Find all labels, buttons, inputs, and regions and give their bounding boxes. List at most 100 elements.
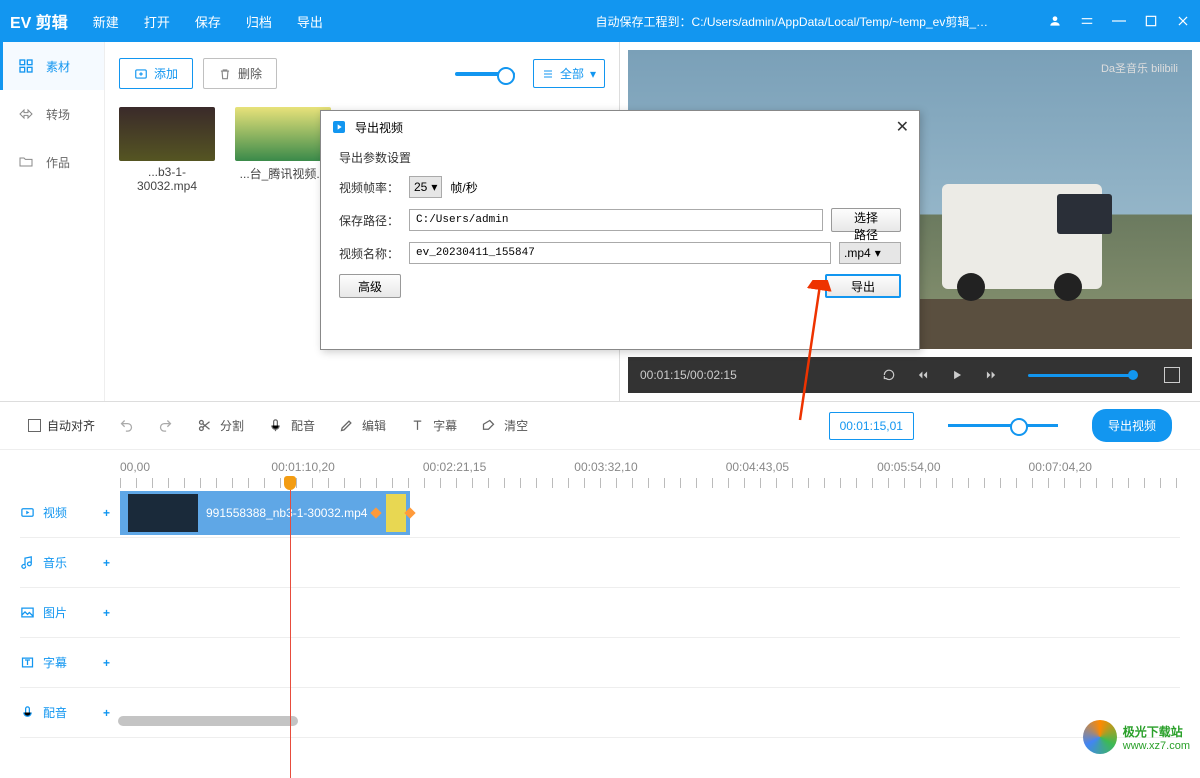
watermark: Da圣音乐 bilibili <box>1101 60 1178 76</box>
scissor-icon <box>197 418 212 433</box>
auto-align-toggle[interactable]: 自动对齐 <box>28 417 95 434</box>
site-logo-icon <box>1083 720 1117 754</box>
voice-track: 配音+ <box>20 688 1180 738</box>
thumb-1-name: ...b3-1-30032.mp4 <box>119 165 215 193</box>
subtitle-track: 字幕+ <box>20 638 1180 688</box>
export-button[interactable]: 导出 <box>825 274 901 298</box>
choose-path-button[interactable]: 选择路径 <box>831 208 901 232</box>
menu-open[interactable]: 打开 <box>144 12 170 31</box>
chevron-down-icon: ▾ <box>875 246 881 260</box>
add-label: 添加 <box>154 65 178 82</box>
fps-unit: 帧/秒 <box>450 179 477 196</box>
minimize-icon[interactable] <box>1112 14 1126 28</box>
music-icon <box>20 555 35 570</box>
clear-tool[interactable]: 清空 <box>481 417 528 434</box>
video-clip[interactable]: 991558388_nb3-1-30032.mp4 <box>120 491 410 535</box>
undo-icon[interactable] <box>119 418 134 433</box>
add-image-track[interactable]: + <box>103 606 110 620</box>
add-voice-track[interactable]: + <box>103 706 110 720</box>
playhead[interactable] <box>290 478 291 778</box>
loop-icon[interactable] <box>882 368 896 382</box>
fullscreen-icon[interactable] <box>1164 367 1180 383</box>
broom-icon <box>481 418 496 433</box>
user-icon[interactable] <box>1048 14 1062 28</box>
export-video-button[interactable]: 导出视频 <box>1092 409 1172 442</box>
timeline-toolbar: 自动对齐 分割 配音 编辑 字幕 清空 00:01:15,01 导出视频 <box>0 402 1200 450</box>
ext-select[interactable]: .mp4▾ <box>839 242 901 264</box>
dialog-title: 导出视频 <box>355 119 403 136</box>
tab-transition-label: 转场 <box>46 106 70 123</box>
tab-works[interactable]: 作品 <box>0 138 104 186</box>
add-subtitle-track[interactable]: + <box>103 656 110 670</box>
tab-media[interactable]: 素材 <box>0 42 104 90</box>
media-thumb-1[interactable]: ...b3-1-30032.mp4 <box>119 107 215 193</box>
video-track: 视频+ 991558388_nb3-1-30032.mp4 <box>20 488 1180 538</box>
fps-select[interactable]: 25▾ <box>409 176 442 198</box>
timeline-scrollbar[interactable] <box>118 716 298 726</box>
zoom-slider[interactable] <box>948 424 1058 427</box>
filter-all-label: 全部 <box>560 65 584 82</box>
export-dialog: 导出视频 ✕ 导出参数设置 视频帧率： 25▾ 帧/秒 保存路径： 选择路径 视… <box>320 110 920 350</box>
add-audio-track[interactable]: + <box>103 556 110 570</box>
tab-works-label: 作品 <box>46 154 70 171</box>
tab-transition[interactable]: 转场 <box>0 90 104 138</box>
align-label: 自动对齐 <box>47 417 95 434</box>
dialog-close[interactable]: ✕ <box>896 117 909 137</box>
advanced-button[interactable]: 高级 <box>339 274 401 298</box>
titlebar: EV 剪辑 新建 打开 保存 归档 导出 自动保存工程到：C:/Users/ad… <box>0 0 1200 42</box>
preview-controls: 00:01:15/00:02:15 <box>628 357 1192 393</box>
text-icon <box>410 418 425 433</box>
dub-tool[interactable]: 配音 <box>268 417 315 434</box>
path-label: 保存路径： <box>339 212 401 229</box>
transition-icon <box>18 106 34 122</box>
name-input[interactable] <box>409 242 831 264</box>
chevron-down-icon: ▾ <box>431 180 437 194</box>
filter-all[interactable]: 全部 ▾ <box>533 59 605 88</box>
time-ruler: 00,00 00:01:10,20 00:02:21,15 00:03:32,1… <box>20 460 1180 478</box>
close-icon[interactable] <box>1176 14 1190 28</box>
delete-button[interactable]: 删除 <box>203 58 277 89</box>
autosave-path: 自动保存工程到：C:/Users/admin/AppData/Local/Tem… <box>596 13 988 30</box>
maximize-icon[interactable] <box>1144 14 1158 28</box>
edit-tool[interactable]: 编辑 <box>339 417 386 434</box>
menu-save[interactable]: 保存 <box>195 12 221 31</box>
tab-media-label: 素材 <box>46 58 70 75</box>
play-square-icon <box>331 119 347 135</box>
subtitle-tool[interactable]: 字幕 <box>410 417 457 434</box>
main-menu: 新建 打开 保存 归档 导出 <box>93 12 323 31</box>
name-label: 视频名称： <box>339 245 401 262</box>
site-watermark: 极光下载站 www.xz7.com <box>1083 720 1190 754</box>
image-icon <box>20 605 35 620</box>
split-tool[interactable]: 分割 <box>197 417 244 434</box>
thumb-2-name: ...台_腾讯视频... <box>235 165 331 182</box>
menu-archive[interactable]: 归档 <box>246 12 272 31</box>
current-timecode: 00:01:15,01 <box>829 412 914 440</box>
dialog-section: 导出参数设置 <box>339 149 901 166</box>
trash-icon <box>218 67 232 81</box>
redo-icon[interactable] <box>158 418 173 433</box>
clip-name: 991558388_nb3-1-30032.mp4 <box>206 506 367 520</box>
audio-track: 音乐+ <box>20 538 1180 588</box>
checkbox-icon <box>28 419 41 432</box>
menu-new[interactable]: 新建 <box>93 12 119 31</box>
timeline: 00,00 00:01:10,20 00:02:21,15 00:03:32,1… <box>0 450 1200 738</box>
window-controls <box>1048 14 1190 28</box>
grid-icon <box>18 58 34 74</box>
chevron-down-icon: ▾ <box>590 67 596 81</box>
menu-export[interactable]: 导出 <box>297 12 323 31</box>
voice-icon <box>20 705 35 720</box>
thumb-size-slider[interactable] <box>455 72 515 76</box>
prev-icon[interactable] <box>916 368 930 382</box>
path-input[interactable] <box>409 209 823 231</box>
next-icon[interactable] <box>984 368 998 382</box>
settings-icon[interactable] <box>1080 14 1094 28</box>
preview-progress[interactable] <box>1028 374 1134 377</box>
video-icon <box>20 505 35 520</box>
fps-label: 视频帧率： <box>339 179 401 196</box>
image-track: 图片+ <box>20 588 1180 638</box>
folder-icon <box>18 154 34 170</box>
media-thumb-2[interactable]: ...台_腾讯视频... <box>235 107 331 193</box>
add-video-track[interactable]: + <box>103 506 110 520</box>
add-button[interactable]: 添加 <box>119 58 193 89</box>
play-icon[interactable] <box>950 368 964 382</box>
